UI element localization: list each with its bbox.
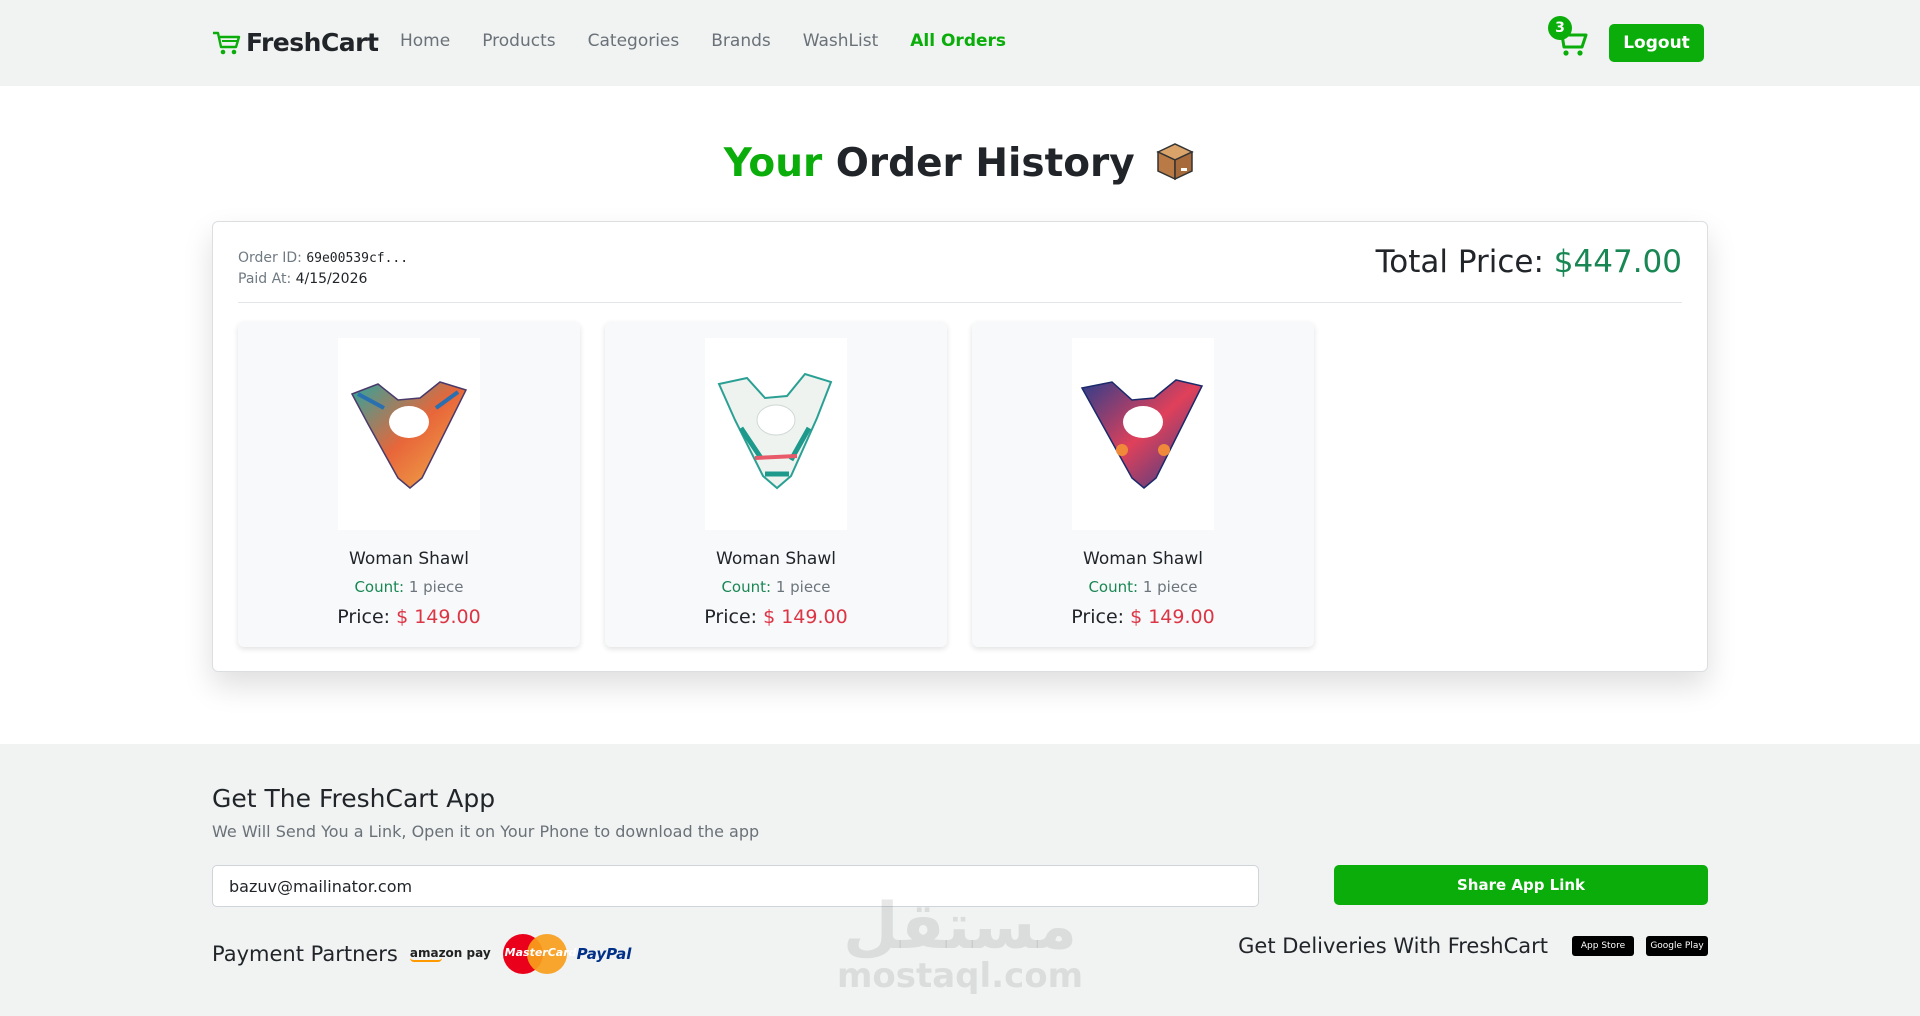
paid-at-label: Paid At:: [238, 271, 292, 287]
nav-washlist[interactable]: WashList: [803, 31, 879, 51]
navbar: FreshCart Home Products Categories Brand…: [0, 0, 1920, 86]
google-play-badge[interactable]: Google Play: [1646, 936, 1708, 956]
item-price-value: $ 149.00: [396, 606, 481, 628]
amazon-pay-text: amazon pay: [409, 946, 491, 960]
page-title-accent: Your: [723, 141, 823, 186]
order-item: Woman Shawl Count: 1 piece Price: $ 149.…: [972, 322, 1314, 647]
app-store-badge[interactable]: App Store: [1572, 936, 1634, 956]
cart-count-badge: 3: [1548, 16, 1572, 40]
item-count-label: Count:: [1088, 578, 1139, 596]
item-price: Price: $ 149.00: [238, 606, 580, 628]
item-price: Price: $ 149.00: [605, 606, 947, 628]
item-price-value: $ 149.00: [1130, 606, 1215, 628]
item-count-value: 1 piece: [775, 578, 831, 596]
total-price-value: $447.00: [1553, 244, 1682, 280]
order-meta: Order ID: 69e00539cf... Paid At: 4/15/20…: [238, 248, 408, 289]
item-count: Count: 1 piece: [238, 578, 580, 596]
product-image: [705, 338, 847, 530]
brand-logo[interactable]: FreshCart: [212, 28, 379, 57]
nav-brands[interactable]: Brands: [711, 31, 771, 51]
email-field[interactable]: [212, 865, 1259, 907]
watermark-arabic: مستقل: [842, 890, 1078, 964]
payment-partners-label: Payment Partners: [212, 942, 398, 966]
item-price-label: Price:: [1071, 606, 1125, 628]
footer: Get The FreshCart App We Will Send You a…: [0, 744, 1920, 1016]
order-items: Woman Shawl Count: 1 piece Price: $ 149.…: [238, 322, 1339, 647]
deliveries-label: Get Deliveries With FreshCart: [1238, 934, 1548, 958]
shawl-image: [350, 381, 468, 489]
logout-button[interactable]: Logout: [1609, 24, 1704, 62]
nav-categories[interactable]: Categories: [588, 31, 680, 51]
item-count-label: Count:: [721, 578, 772, 596]
footer-subtitle: We Will Send You a Link, Open it on Your…: [212, 822, 760, 841]
item-count-value: 1 piece: [1142, 578, 1198, 596]
footer-title: Get The FreshCart App: [212, 784, 496, 813]
cart-logo-icon: [213, 31, 241, 54]
item-name: Woman Shawl: [349, 549, 469, 569]
order-id-label: Order ID:: [238, 250, 302, 266]
paid-at-value: 4/15/2026: [295, 271, 368, 287]
nav-all-orders[interactable]: All Orders: [910, 31, 1006, 51]
main-nav: Home Products Categories Brands WashList…: [400, 31, 1038, 51]
order-item: Woman Shawl Count: 1 piece Price: $ 149.…: [238, 322, 580, 647]
product-image: [338, 338, 480, 530]
payment-partners: Payment Partners amazon pay MasterCard P…: [212, 934, 631, 974]
total-price-label: Total Price:: [1375, 244, 1544, 280]
order-card: Order ID: 69e00539cf... Paid At: 4/15/20…: [212, 221, 1708, 672]
package-icon: [1156, 143, 1195, 181]
order-divider: [238, 302, 1682, 303]
deliveries-row: Get Deliveries With FreshCart App Store …: [1238, 934, 1708, 958]
shawl-image: [1080, 379, 1204, 489]
paypal-logo: PayPal: [577, 945, 632, 963]
page-title-rest: Order History: [835, 141, 1135, 186]
paid-at-row: Paid At: 4/15/2026: [238, 269, 408, 289]
product-image: [1072, 338, 1214, 530]
item-name: Woman Shawl: [716, 549, 836, 569]
item-count-label: Count:: [354, 578, 405, 596]
share-app-link-button[interactable]: Share App Link: [1334, 865, 1708, 905]
item-count-value: 1 piece: [408, 578, 464, 596]
item-price-label: Price:: [337, 606, 391, 628]
shawl-image: [717, 372, 833, 490]
item-count: Count: 1 piece: [972, 578, 1314, 596]
cart-button[interactable]: 3: [1546, 16, 1590, 60]
nav-home[interactable]: Home: [400, 31, 450, 51]
item-price: Price: $ 149.00: [972, 606, 1314, 628]
total-price: Total Price: $447.00: [1376, 244, 1682, 280]
item-name: Woman Shawl: [1083, 549, 1203, 569]
nav-products[interactable]: Products: [482, 31, 555, 51]
mastercard-text: MasterCard: [504, 946, 577, 959]
mastercard-logo: MasterCard: [502, 934, 577, 974]
order-item: Woman Shawl Count: 1 piece Price: $ 149.…: [605, 322, 947, 647]
item-count: Count: 1 piece: [605, 578, 947, 596]
page-title: Your Order History: [0, 140, 1920, 186]
paypal-text: PayPal: [576, 945, 632, 963]
brand-name: FreshCart: [246, 28, 379, 57]
order-id-value: 69e00539cf...: [306, 251, 409, 266]
order-id-row: Order ID: 69e00539cf...: [238, 248, 408, 269]
watermark: مستقل mostaql.com: [830, 895, 1090, 993]
amazon-pay-logo: amazon pay: [409, 946, 491, 962]
watermark-latin: mostaql.com: [836, 956, 1084, 996]
item-price-label: Price:: [704, 606, 758, 628]
item-price-value: $ 149.00: [763, 606, 848, 628]
